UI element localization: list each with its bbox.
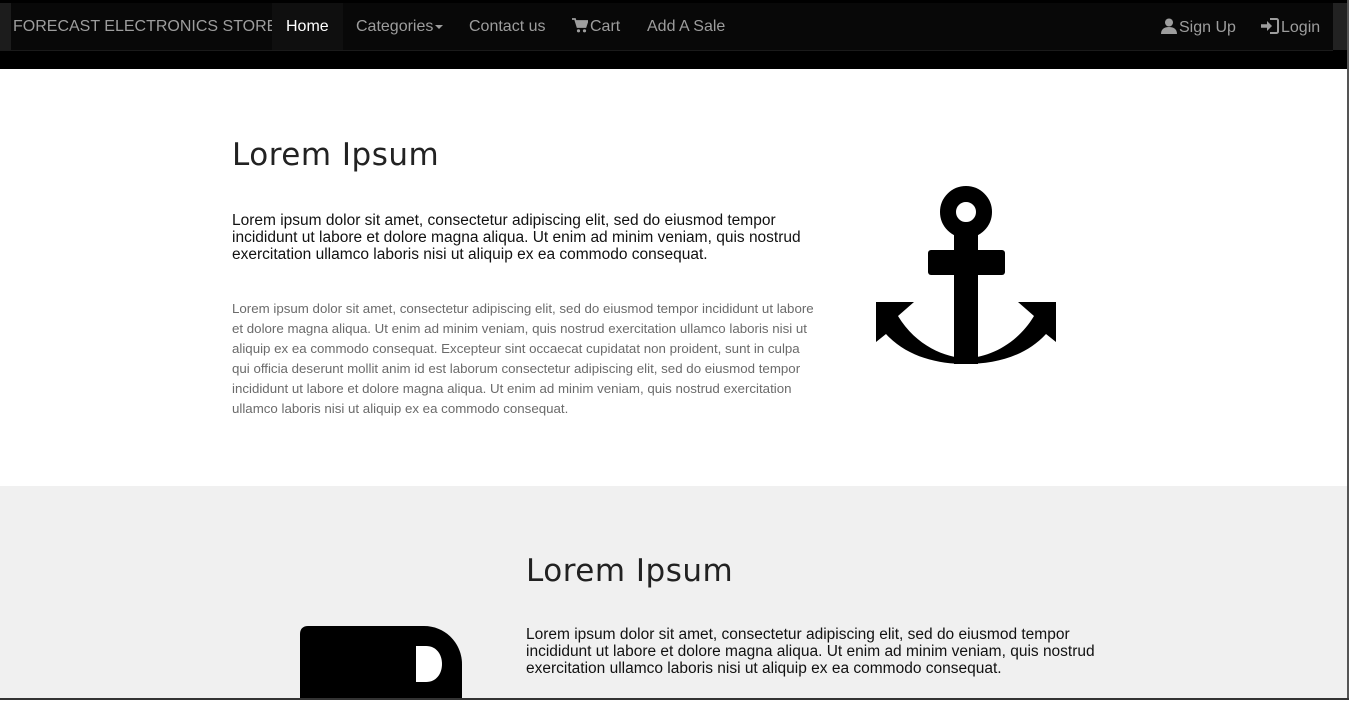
nav-contact[interactable]: Contact us	[469, 3, 545, 50]
top-header: FORECAST ELECTRONICS STORE Home Categori…	[0, 0, 1349, 69]
brand-link[interactable]: FORECAST ELECTRONICS STORE	[13, 3, 277, 50]
feature-section-2: Lorem Ipsum Lorem ipsum dolor sit amet, …	[0, 486, 1349, 700]
section2-heading: Lorem Ipsum	[526, 553, 734, 589]
navbar-left-edge	[0, 3, 11, 50]
navbar: FORECAST ELECTRONICS STORE Home Categori…	[0, 3, 1349, 51]
user-icon	[1161, 6, 1177, 53]
section1-body-text: Lorem ipsum dolor sit amet, consectetur …	[232, 301, 814, 416]
section2-lead-text: Lorem ipsum dolor sit amet, consectetur …	[526, 626, 1095, 677]
usb-drive-icon	[300, 626, 462, 700]
section1-heading: Lorem Ipsum	[232, 137, 440, 173]
nav-cart-label: Cart	[590, 18, 621, 35]
log-in-icon	[1261, 6, 1279, 53]
nav-cart[interactable]: Cart	[572, 3, 620, 50]
section1-lead-text: Lorem ipsum dolor sit amet, consectetur …	[232, 212, 801, 263]
caret-down-icon	[435, 24, 444, 29]
shopping-cart-icon	[572, 5, 589, 52]
nav-login-label: Login	[1281, 19, 1321, 36]
feature-section-1: Lorem Ipsum Lorem ipsum dolor sit amet, …	[0, 69, 1349, 486]
anchor-icon	[876, 186, 1058, 364]
nav-login[interactable]: Login	[1261, 4, 1320, 51]
nav-categories-label: Categories	[356, 18, 434, 35]
nav-add-sale[interactable]: Add A Sale	[647, 3, 725, 50]
nav-sign-up-label: Sign Up	[1179, 19, 1236, 36]
nav-home[interactable]: Home	[272, 3, 343, 50]
nav-contact-label: Contact us	[469, 18, 546, 35]
nav-add-sale-label: Add A Sale	[647, 18, 726, 35]
nav-categories-dropdown[interactable]: Categories	[356, 3, 444, 50]
nav-home-label: Home	[286, 18, 329, 35]
nav-sign-up[interactable]: Sign Up	[1161, 4, 1236, 51]
